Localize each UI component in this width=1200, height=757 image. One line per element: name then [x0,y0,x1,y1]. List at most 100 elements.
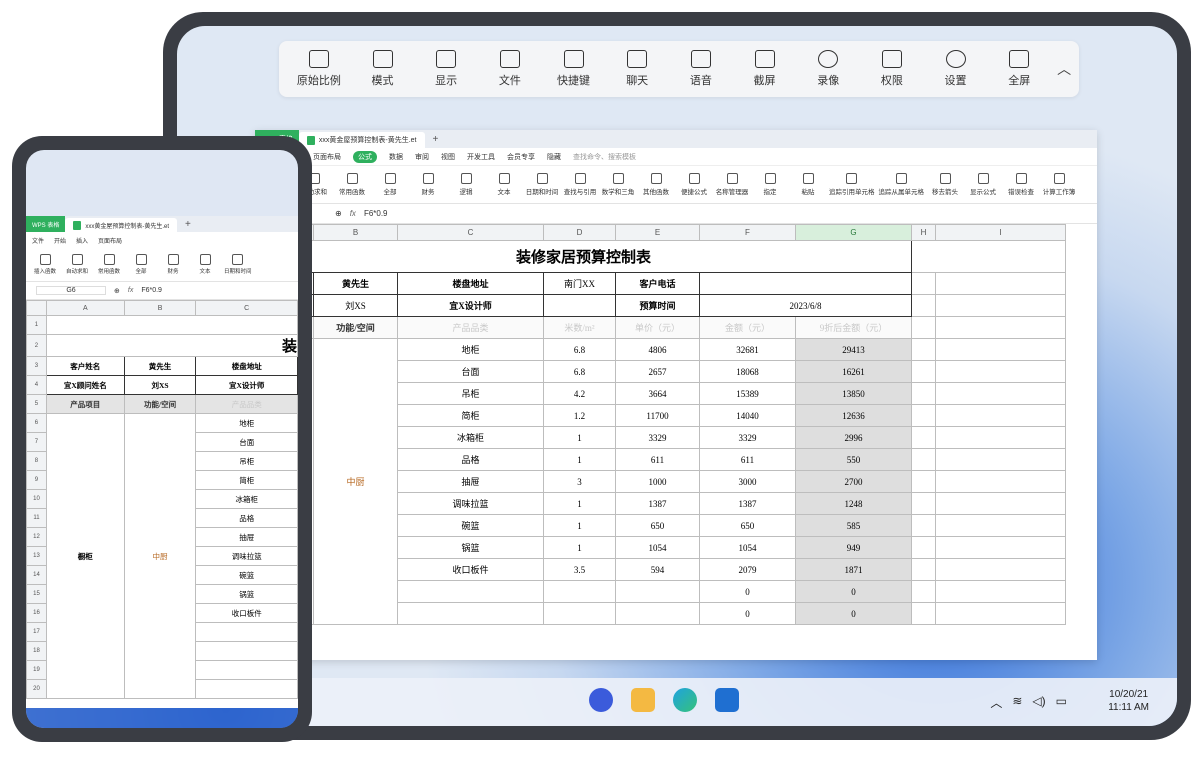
empty-cell[interactable] [935,382,1066,405]
row-header[interactable]: 14 [26,565,47,585]
menu-tab-8[interactable]: 会员专享 [507,152,535,162]
cell-name[interactable]: 抽屉 [397,470,544,493]
column-header[interactable]: B [123,300,197,316]
menu-tab-3[interactable]: 公式 [353,150,377,163]
empty-cell[interactable] [935,294,1066,317]
empty-cell[interactable] [935,580,1066,603]
menu-tab-5[interactable]: 审阅 [415,152,429,162]
cell-discount[interactable]: 1248 [795,492,912,515]
info-cell[interactable]: 宜X设计师 [195,375,298,395]
empty-cell[interactable] [911,294,936,317]
header-cell[interactable]: 产品项目 [45,394,125,414]
phone-sheet-title[interactable]: 装 [45,334,298,357]
phone-new-tab-button[interactable]: + [177,216,199,232]
cell-amount[interactable]: 14040 [699,404,796,427]
empty-cell[interactable] [935,602,1066,625]
cell-price[interactable] [615,602,700,625]
column-header[interactable]: E [615,224,700,241]
row-header[interactable]: 19 [26,660,47,680]
phone-ribbon-button-5[interactable]: 文本 [192,254,218,275]
cell-price[interactable]: 611 [615,448,700,471]
cell-name[interactable]: 碗篮 [195,565,298,585]
ribbon-button-16[interactable]: 追踪从属单元格 [879,173,924,196]
phone-menu-tab-2[interactable]: 插入 [76,236,88,245]
speaker-icon[interactable]: ◁) [1032,694,1045,711]
cell-amount[interactable]: 1054 [699,536,796,559]
empty-cell[interactable] [911,360,936,383]
cell-discount[interactable]: 16261 [795,360,912,383]
row-header[interactable]: 20 [26,679,47,699]
empty-cell[interactable] [935,492,1066,515]
phone-formula-input[interactable]: F6*0.9 [141,287,162,294]
cell-qty[interactable]: 6.8 [543,338,616,361]
phone-menu-tab-0[interactable]: 文件 [32,236,44,245]
cell-name[interactable]: 品格 [195,508,298,528]
cell-name[interactable]: 台面 [195,432,298,452]
toolbar-item-11[interactable]: 全屏 [987,50,1051,88]
row-header[interactable]: 13 [26,546,47,566]
empty-cell[interactable] [935,514,1066,537]
cell-name[interactable]: 收口板件 [195,603,298,623]
cell-amount[interactable]: 0 [699,580,796,603]
toolbar-item-9[interactable]: 权限 [860,50,924,88]
cell-qty[interactable]: 3 [543,470,616,493]
row-header[interactable]: 6 [26,413,47,433]
cell-name[interactable] [397,580,544,603]
header-cell[interactable]: 功能/空间 [123,394,197,414]
empty-cell[interactable] [911,338,936,361]
ribbon-button-20[interactable]: 计算工作簿 [1042,173,1076,196]
empty-cell[interactable] [911,272,936,295]
group-item-cell[interactable]: 橱柜 [45,413,125,699]
phone-ribbon-button-1[interactable]: 自动求和 [64,254,90,275]
menu-tab-6[interactable]: 视图 [441,152,455,162]
column-header[interactable]: B [313,224,398,241]
toolbar-item-3[interactable]: 文件 [478,50,542,88]
header-cell[interactable]: 米数/m² [543,316,616,339]
cell-discount[interactable]: 2700 [795,470,912,493]
phone-menu-tab-3[interactable]: 页面布局 [98,236,122,245]
cell-name[interactable]: 锅篮 [195,584,298,604]
group-space-cell[interactable]: 中厨 [313,338,398,625]
cell-name[interactable]: 调味拉篮 [195,546,298,566]
row-header[interactable]: 8 [26,451,47,471]
cell-price[interactable]: 594 [615,558,700,581]
cell-amount[interactable]: 15389 [699,382,796,405]
info-cell[interactable]: 2023/6/8 [699,294,912,317]
empty-cell[interactable] [911,316,936,339]
empty-cell[interactable] [911,492,936,515]
cell-qty[interactable]: 1 [543,536,616,559]
cell-name[interactable] [397,602,544,625]
cell-discount[interactable]: 550 [795,448,912,471]
formula-input[interactable]: F6*0.9 [364,209,388,218]
menu-tab-9[interactable]: 隐藏 [547,152,561,162]
empty-cell[interactable] [911,240,1066,273]
cell-price[interactable]: 3664 [615,382,700,405]
empty-cell[interactable] [195,679,298,699]
empty-cell[interactable] [195,660,298,680]
cell-discount[interactable]: 13850 [795,382,912,405]
empty-cell[interactable] [935,360,1066,383]
column-header[interactable]: C [195,300,298,316]
empty-cell[interactable] [45,315,298,335]
row-header[interactable]: 15 [26,584,47,604]
chevron-up-icon[interactable]: ︿ [990,694,1002,711]
battery-icon[interactable]: ▭ [1056,694,1067,711]
header-cell[interactable]: 产品品类 [195,394,298,414]
toolbar-item-10[interactable]: 设置 [924,50,988,88]
sheet-title[interactable]: 装修家居预算控制表 [255,240,912,273]
info-cell[interactable]: 预算时间 [615,294,700,317]
toolbar-item-0[interactable]: 原始比例 [287,50,351,88]
cell-price[interactable]: 11700 [615,404,700,427]
phone-menu-tab-1[interactable]: 开始 [54,236,66,245]
cell-name[interactable]: 地柜 [195,413,298,433]
toolbar-item-2[interactable]: 显示 [414,50,478,88]
cell-discount[interactable]: 2996 [795,426,912,449]
row-header[interactable]: 4 [26,375,47,395]
phone-ribbon-button-4[interactable]: 财务 [160,254,186,275]
cell-discount[interactable]: 1871 [795,558,912,581]
cell-price[interactable]: 4806 [615,338,700,361]
column-header[interactable]: G [795,224,912,241]
new-tab-button[interactable]: + [425,130,447,148]
ribbon-button-2[interactable]: 常用函数 [335,173,369,196]
column-header[interactable]: D [543,224,616,241]
